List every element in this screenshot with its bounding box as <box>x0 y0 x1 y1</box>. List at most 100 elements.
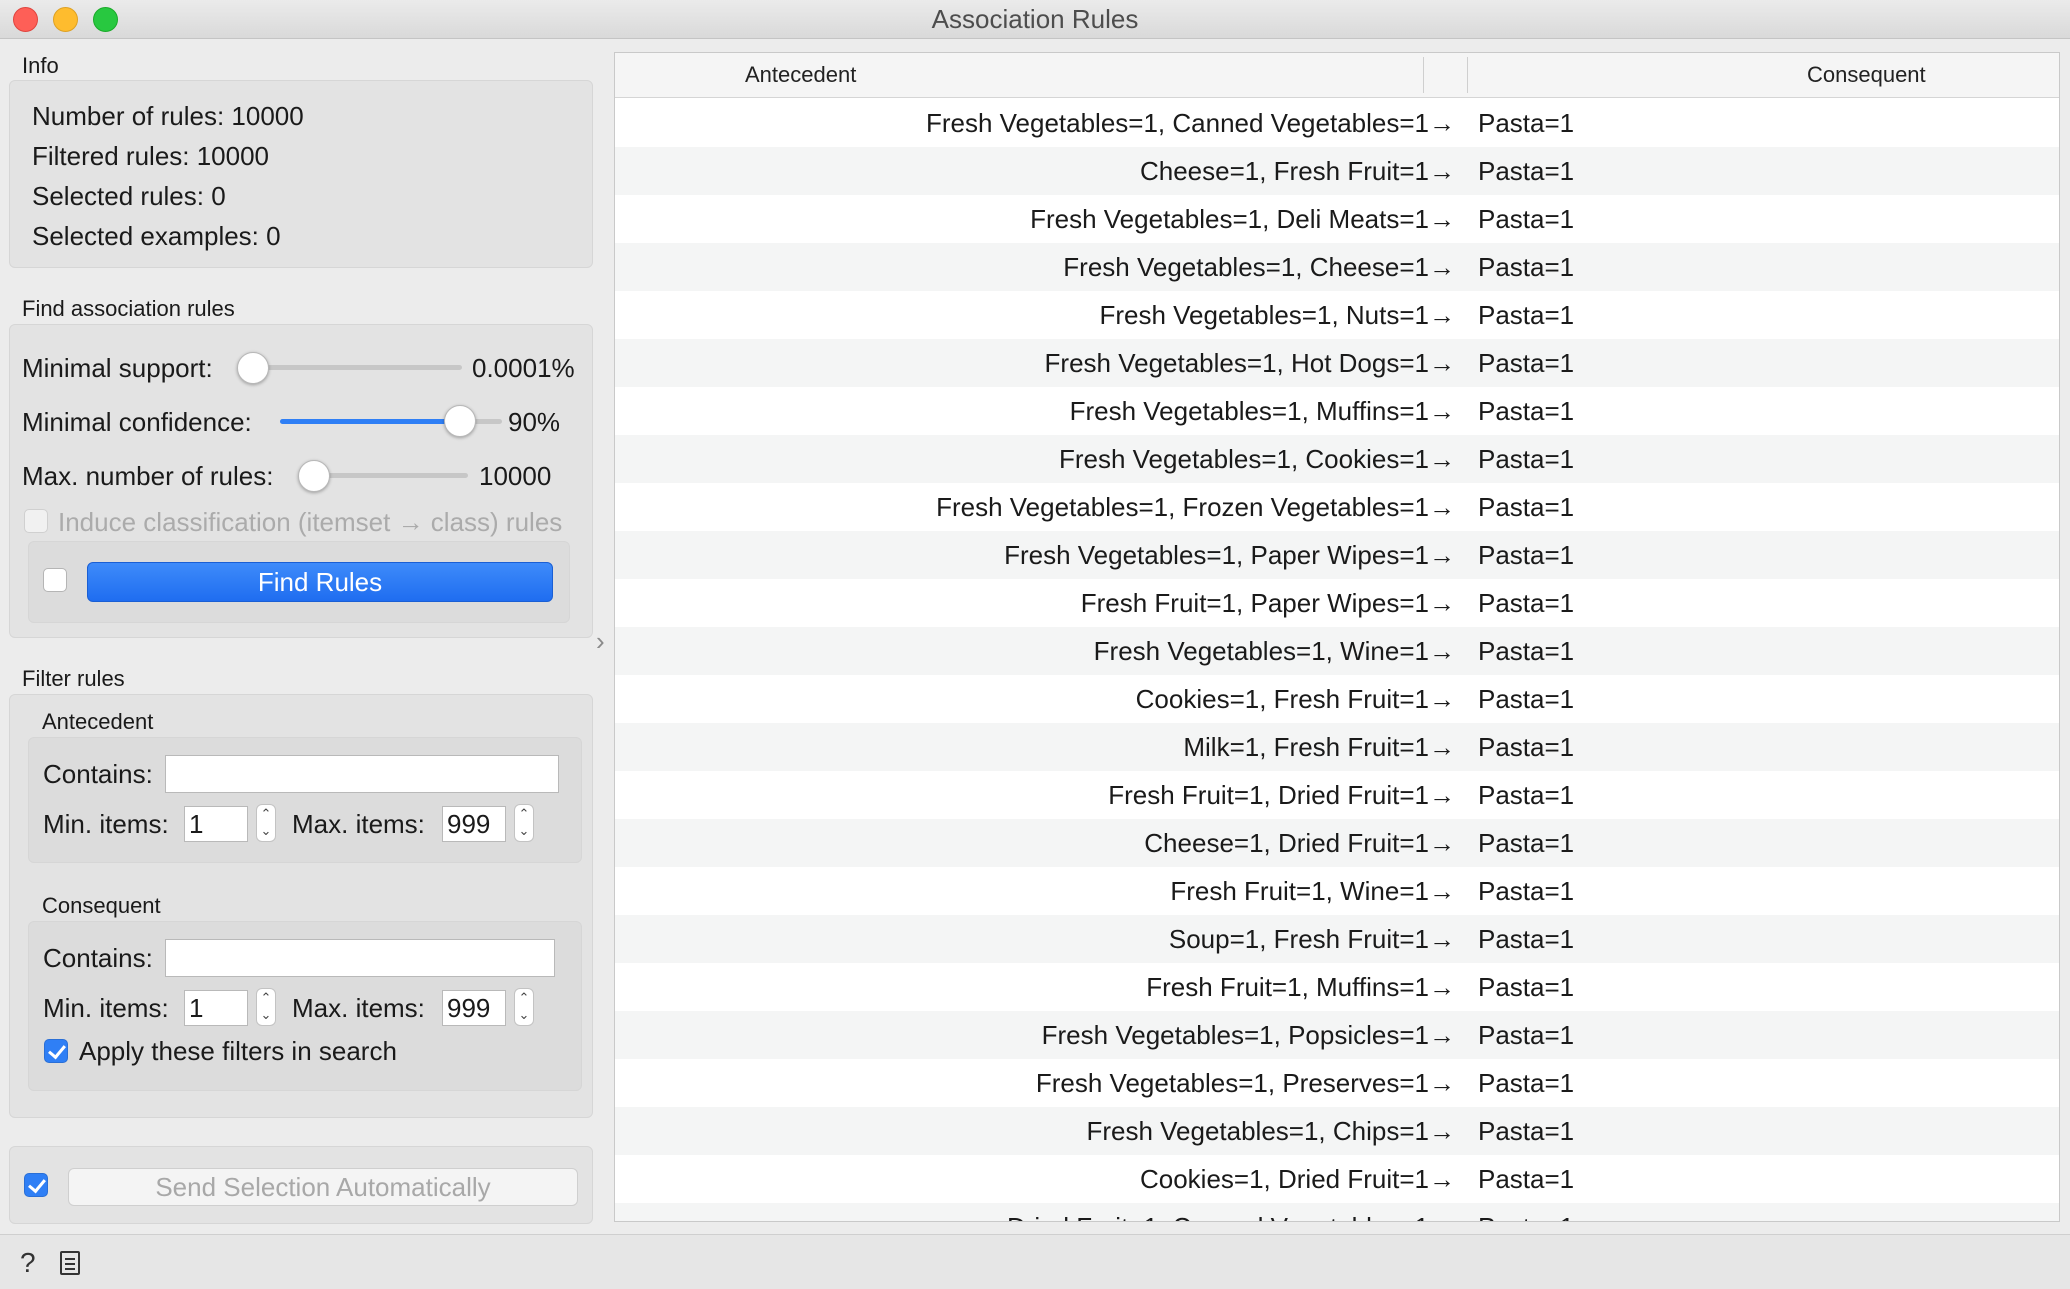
rule-arrow-icon: → <box>1429 1020 1455 1050</box>
table-row[interactable]: Fresh Vegetables=1, Cheese=1 → Pasta=1 <box>615 243 2059 291</box>
antecedent-contains-label: Contains: <box>43 759 153 789</box>
table-row[interactable]: Fresh Vegetables=1, Paper Wipes=1 → Pasta=… <box>615 531 2059 579</box>
min-confidence-slider-knob[interactable] <box>444 405 476 437</box>
apply-filters-label: Apply these filters in search <box>79 1036 397 1066</box>
column-separator <box>1423 57 1424 93</box>
table-body: Fresh Vegetables=1, Canned Vegetables=1 →… <box>615 99 2059 1221</box>
antecedent-cell: Fresh Vegetables=1, Preserves=1 <box>1035 1068 1429 1098</box>
antecedent-max-items-input[interactable]: 999 <box>442 806 506 842</box>
antecedent-cell: Fresh Vegetables=1, Chips=1 <box>1086 1116 1429 1146</box>
table-row[interactable]: Dried Fruit=1, Canned Vegetables=1→ Pasta… <box>615 1203 2059 1221</box>
antecedent-max-items-stepper[interactable]: ⌃ ⌄ <box>514 804 534 842</box>
apply-filters-checkbox[interactable] <box>44 1039 68 1063</box>
antecedent-contains-input[interactable] <box>165 755 559 793</box>
rule-arrow-icon: → <box>1429 780 1455 810</box>
antecedent-cell: Dried Fruit=1, Canned Vegetables=1 <box>1007 1203 1429 1221</box>
selected-examples-text: Selected examples: 0 <box>32 221 281 251</box>
find-rules-box: Minimal support: 0.0001% Minimal confide… <box>9 324 593 638</box>
rule-arrow-icon: → <box>1429 1164 1455 1194</box>
filter-rules-section-label: Filter rules <box>22 666 125 691</box>
max-rules-slider-knob[interactable] <box>298 460 330 492</box>
rule-arrow-icon: → <box>1429 156 1455 186</box>
consequent-max-items-input[interactable]: 999 <box>442 990 506 1026</box>
table-row[interactable]: Fresh Vegetables=1, Chips=1 → Pasta=1 <box>615 1107 2059 1155</box>
table-row[interactable]: Fresh Fruit=1, Muffins=1 → Pasta=1 <box>615 963 2059 1011</box>
auto-find-checkbox[interactable] <box>43 568 67 592</box>
table-row[interactable]: Fresh Vegetables=1, Muffins=1 → Pasta=1 <box>615 387 2059 435</box>
table-row[interactable]: Cheese=1, Fresh Fruit=1 → Pasta=1 <box>615 147 2059 195</box>
table-row[interactable]: Milk=1, Fresh Fruit=1 → Pasta=1 <box>615 723 2059 771</box>
title-bar: Association Rules <box>0 0 2070 39</box>
antecedent-column-header[interactable]: Antecedent <box>745 62 856 88</box>
consequent-filter-box: Contains: Min. items: 1 ⌃ ⌄ Max. items: 9… <box>28 921 582 1091</box>
antecedent-max-items-label: Max. items: <box>292 809 425 839</box>
table-row[interactable]: Fresh Vegetables=1, Deli Meats=1 → Pasta=1 <box>615 195 2059 243</box>
table-row[interactable]: Fresh Vegetables=1, Wine=1 → Pasta=1 <box>615 627 2059 675</box>
table-row[interactable]: Fresh Vegetables=1, Canned Vegetables=1 →… <box>615 99 2059 147</box>
antecedent-cell: Fresh Vegetables=1, Muffins=1 <box>1069 396 1429 426</box>
consequent-cell: Pasta=1 <box>1478 1020 1575 1050</box>
consequent-contains-input[interactable] <box>165 939 555 977</box>
table-row[interactable]: Fresh Vegetables=1, Frozen Vegetables=1 →… <box>615 483 2059 531</box>
consequent-cell: Pasta=1 <box>1478 444 1575 474</box>
rule-arrow-icon: → <box>1429 588 1455 618</box>
consequent-cell: Pasta=1 <box>1478 1203 1574 1221</box>
min-confidence-value: 90% <box>508 407 561 437</box>
table-row[interactable]: Cheese=1, Dried Fruit=1 → Pasta=1 <box>615 819 2059 867</box>
consequent-contains-label: Contains: <box>43 943 153 973</box>
collapse-panel-chevron-icon[interactable]: › <box>596 626 605 657</box>
find-rules-button[interactable]: Find Rules <box>87 562 553 602</box>
table-row[interactable]: Fresh Vegetables=1, Cookies=1 → Pasta=1 <box>615 435 2059 483</box>
consequent-min-items-label: Min. items: <box>43 993 169 1023</box>
antecedent-min-items-stepper[interactable]: ⌃ ⌄ <box>256 804 276 842</box>
consequent-min-items-stepper[interactable]: ⌃ ⌄ <box>256 988 276 1026</box>
send-box: Send Selection Automatically <box>9 1146 593 1224</box>
table-row[interactable]: Fresh Vegetables=1, Hot Dogs=1 → Pasta=1 <box>615 339 2059 387</box>
rule-arrow-icon: → <box>1429 684 1455 714</box>
consequent-cell: Pasta=1 <box>1478 300 1575 330</box>
rule-arrow-icon: → <box>1429 396 1455 426</box>
table-row[interactable]: Soup=1, Fresh Fruit=1 → Pasta=1 <box>615 915 2059 963</box>
rule-arrow-icon: → <box>1429 492 1455 522</box>
table-row[interactable]: Cookies=1, Fresh Fruit=1 → Pasta=1 <box>615 675 2059 723</box>
table-row[interactable]: Fresh Vegetables=1, Popsicles=1 → Pasta=1 <box>615 1011 2059 1059</box>
table-row[interactable]: Fresh Vegetables=1, Nuts=1 → Pasta=1 <box>615 291 2059 339</box>
consequent-max-items-stepper[interactable]: ⌃ ⌄ <box>514 988 534 1026</box>
antecedent-cell: Milk=1, Fresh Fruit=1 <box>1183 732 1429 762</box>
consequent-column-header[interactable]: Consequent <box>1807 62 1926 88</box>
min-support-slider-knob[interactable] <box>237 352 269 384</box>
filtered-rules-text: Filtered rules: 10000 <box>32 141 270 171</box>
antecedent-cell: Fresh Fruit=1, Wine=1 <box>1170 876 1429 906</box>
table-row[interactable]: Fresh Vegetables=1, Preserves=1 → Pasta=1 <box>615 1059 2059 1107</box>
consequent-cell: Pasta=1 <box>1478 1164 1575 1194</box>
antecedent-cell: Fresh Vegetables=1, Deli Meats=1 <box>1030 204 1429 234</box>
antecedent-cell: Fresh Fruit=1, Dried Fruit=1 <box>1108 780 1429 810</box>
table-row[interactable]: Fresh Fruit=1, Dried Fruit=1 → Pasta=1 <box>615 771 2059 819</box>
send-selection-button[interactable]: Send Selection Automatically <box>68 1168 578 1206</box>
rules-table[interactable]: Antecedent Consequent Fresh Vegetables=1… <box>614 52 2060 1222</box>
rule-arrow-icon: → <box>1429 300 1455 330</box>
induce-classification-checkbox[interactable] <box>24 509 48 533</box>
consequent-cell: Pasta=1 <box>1478 108 1575 138</box>
table-row[interactable]: Fresh Fruit=1, Paper Wipes=1 → Pasta=1 <box>615 579 2059 627</box>
antecedent-cell: Cheese=1, Fresh Fruit=1 <box>1139 156 1429 186</box>
help-icon[interactable]: ? <box>20 1247 36 1279</box>
consequent-cell: Pasta=1 <box>1478 1116 1575 1146</box>
report-icon[interactable] <box>60 1251 80 1275</box>
info-section-label: Info <box>22 53 59 78</box>
antecedent-cell: Fresh Vegetables=1, Popsicles=1 <box>1041 1020 1429 1050</box>
table-row[interactable]: Fresh Fruit=1, Wine=1 → Pasta=1 <box>615 867 2059 915</box>
consequent-filter-label: Consequent <box>42 893 161 918</box>
find-rules-section-label: Find association rules <box>22 296 235 321</box>
send-automatically-checkbox[interactable] <box>24 1173 48 1197</box>
antecedent-cell: Fresh Fruit=1, Paper Wipes=1 <box>1080 588 1429 618</box>
rule-arrow-icon: → <box>1429 876 1455 906</box>
induce-classification-label: Induce classification (itemset → class) … <box>58 507 563 537</box>
consequent-cell: Pasta=1 <box>1478 684 1575 714</box>
consequent-min-items-input[interactable]: 1 <box>184 990 248 1026</box>
consequent-cell: Pasta=1 <box>1478 1068 1575 1098</box>
rule-arrow-icon: → <box>1429 732 1455 762</box>
antecedent-min-items-input[interactable]: 1 <box>184 806 248 842</box>
antecedent-cell: Cookies=1, Dried Fruit=1 <box>1139 1164 1429 1194</box>
table-row[interactable]: Cookies=1, Dried Fruit=1 → Pasta=1 <box>615 1155 2059 1203</box>
